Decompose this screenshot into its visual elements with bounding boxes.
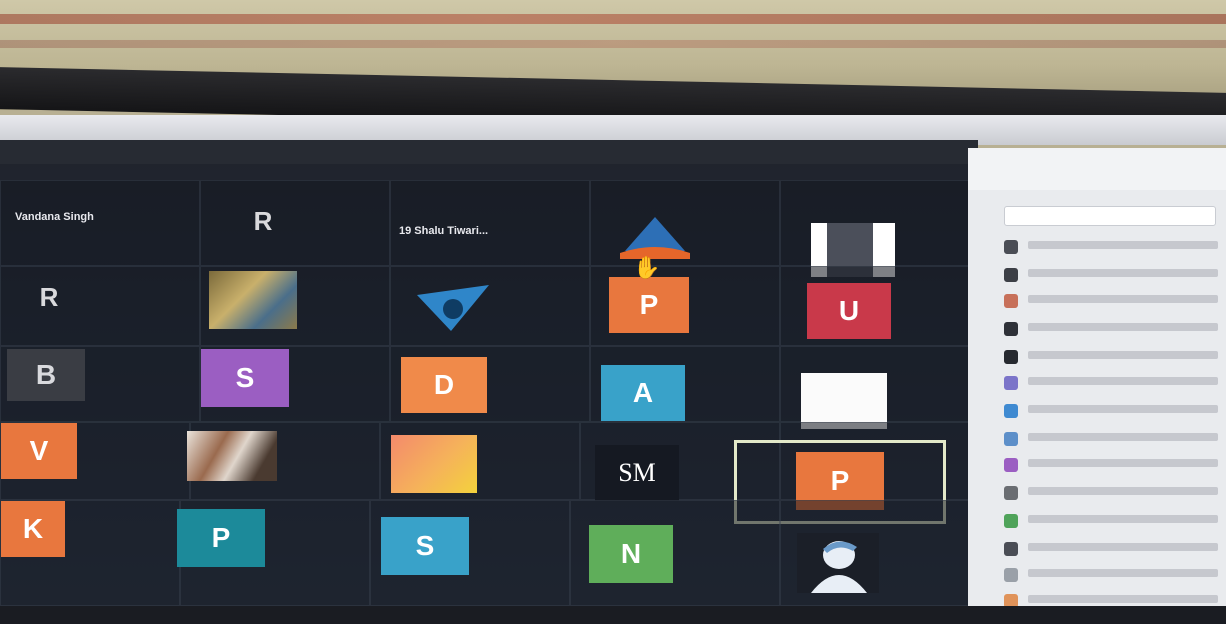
participant-avatar	[1004, 240, 1018, 254]
participant-tile[interactable]: N	[570, 500, 780, 606]
profile-picture	[797, 533, 879, 593]
participant-avatar	[1004, 514, 1018, 528]
wall-stripe	[0, 14, 1226, 24]
participant-list-item[interactable]	[1004, 508, 1224, 534]
avatar: S	[201, 349, 289, 407]
participant-avatar	[1004, 294, 1018, 308]
participant-tile[interactable]	[380, 422, 580, 500]
participant-list-name	[1028, 459, 1218, 467]
participant-tile[interactable]: 19 Shalu Tiwari...	[390, 180, 590, 266]
participant-list-item[interactable]	[1004, 370, 1224, 396]
participant-list-item[interactable]	[1004, 562, 1224, 588]
participant-tile[interactable]	[780, 180, 970, 277]
participant-list-item[interactable]	[1004, 316, 1224, 342]
participant-tile[interactable]: A	[590, 346, 780, 422]
participant-list-item[interactable]	[1004, 480, 1224, 506]
participant-tile[interactable]: R	[0, 266, 200, 346]
profile-picture	[801, 373, 887, 429]
avatar: V	[1, 423, 77, 479]
participant-name: Vandana Singh	[15, 211, 94, 223]
avatar: R	[39, 281, 59, 312]
participant-list-name	[1028, 569, 1218, 577]
avatar: R	[253, 205, 273, 236]
participant-list-item[interactable]	[1004, 426, 1224, 452]
participant-tile[interactable]: K	[0, 500, 180, 606]
participant-tile[interactable]	[390, 266, 590, 346]
participant-list-name	[1028, 515, 1218, 523]
participant-list-name	[1028, 487, 1218, 495]
profile-picture	[209, 271, 297, 329]
profile-picture	[187, 431, 277, 481]
participant-tile[interactable]	[780, 500, 970, 606]
participant-avatar	[1004, 542, 1018, 556]
participant-avatar	[1004, 322, 1018, 336]
participant-list-item[interactable]	[1004, 262, 1224, 288]
participant-list-item[interactable]	[1004, 452, 1224, 478]
participant-list-name	[1028, 405, 1218, 413]
participant-tile[interactable]: R	[200, 180, 390, 266]
logo-icon	[417, 285, 489, 331]
participant-tile[interactable]: P ✋	[590, 255, 780, 346]
participants-panel-header	[968, 148, 1226, 190]
participant-list-item[interactable]	[1004, 398, 1224, 424]
participant-avatar	[1004, 568, 1018, 582]
raised-hand-icon: ✋	[633, 255, 661, 280]
participant-list-name	[1028, 595, 1218, 603]
participants-panel	[968, 148, 1226, 608]
avatar: SM	[595, 445, 679, 501]
avatar: P	[177, 509, 265, 567]
avatar: A	[601, 365, 685, 421]
participant-tile[interactable]: Vandana Singh	[0, 180, 200, 266]
participant-tile[interactable]: B	[0, 346, 200, 422]
participant-tile[interactable]	[200, 266, 390, 346]
avatar: N	[589, 525, 673, 583]
participant-tile[interactable]: D	[390, 346, 590, 422]
participant-avatar	[1004, 432, 1018, 446]
bird-logo-icon	[620, 217, 690, 259]
avatar: D	[401, 357, 487, 413]
participant-tile[interactable]: P	[177, 500, 370, 606]
participant-list-name	[1028, 295, 1218, 303]
participant-avatar	[1004, 486, 1018, 500]
avatar: U	[807, 283, 891, 339]
participant-avatar	[1004, 268, 1018, 282]
monitor-bottom-bezel	[0, 606, 1226, 624]
participant-search-input[interactable]	[1004, 206, 1216, 226]
participant-tile[interactable]: U	[780, 266, 970, 346]
participant-tile[interactable]: S	[200, 346, 390, 422]
person-silhouette-icon	[811, 541, 867, 593]
participant-avatar	[1004, 376, 1018, 390]
participant-list-item[interactable]	[1004, 344, 1224, 370]
participant-list-item[interactable]	[1004, 536, 1224, 562]
participant-list-name	[1028, 269, 1218, 277]
participant-avatar	[1004, 458, 1018, 472]
profile-picture	[615, 211, 695, 261]
participant-avatar	[1004, 404, 1018, 418]
participant-tile[interactable]: V	[0, 422, 190, 500]
profile-picture	[411, 281, 495, 333]
participant-avatar	[1004, 350, 1018, 364]
participant-list-name	[1028, 433, 1218, 441]
participant-tile[interactable]	[780, 346, 970, 429]
participant-list-name	[1028, 241, 1218, 249]
participant-name: 19 Shalu Tiwari...	[399, 225, 489, 237]
avatar: S	[381, 517, 469, 575]
participant-list-name	[1028, 351, 1218, 359]
participant-list-name	[1028, 543, 1218, 551]
profile-picture	[391, 435, 477, 493]
participant-tile[interactable]	[590, 180, 780, 266]
participant-list-name	[1028, 323, 1218, 331]
participant-list-item[interactable]	[1004, 234, 1224, 260]
participant-list-name	[1028, 377, 1218, 385]
wall-stripe-secondary	[0, 40, 1226, 48]
participant-tile[interactable]: S	[370, 500, 570, 606]
avatar: K	[1, 501, 65, 557]
video-gallery: Vandana Singh R 19 Shalu Tiwari... R P ✋…	[0, 140, 978, 606]
avatar: B	[7, 349, 85, 401]
participant-list-item[interactable]	[1004, 288, 1224, 314]
participant-tile[interactable]	[187, 422, 380, 500]
gallery-toolbar	[0, 140, 978, 164]
avatar: P	[609, 277, 689, 333]
